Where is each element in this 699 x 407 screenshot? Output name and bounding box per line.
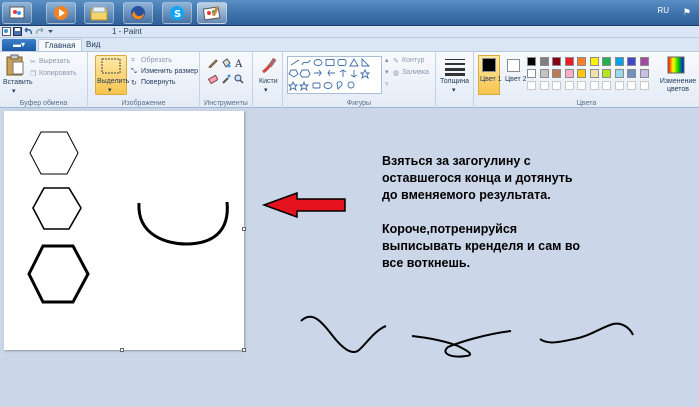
hexagon-small <box>29 131 79 175</box>
note-line: Короче,потренируйся <box>382 222 518 236</box>
squiggle-curve-1 <box>300 315 387 354</box>
squiggle-loop-curve <box>411 330 512 358</box>
note-line: Взяться за загогулину с <box>382 154 531 168</box>
note-line: оставшегося конца и дотянуть <box>382 171 573 185</box>
hexagon-medium <box>32 187 82 230</box>
note-line: все воткнешь. <box>382 256 471 270</box>
arc-shape <box>137 201 229 246</box>
note-line: до вменяемого результата. <box>382 188 551 202</box>
instruction-note: Взяться за загогулину с оставшегося конц… <box>382 153 632 272</box>
note-line: выписывать кренделя и сам во <box>382 239 581 253</box>
squiggle-wave-curve <box>539 322 634 344</box>
hexagon-large <box>27 244 90 304</box>
red-arrow-icon <box>261 191 346 219</box>
